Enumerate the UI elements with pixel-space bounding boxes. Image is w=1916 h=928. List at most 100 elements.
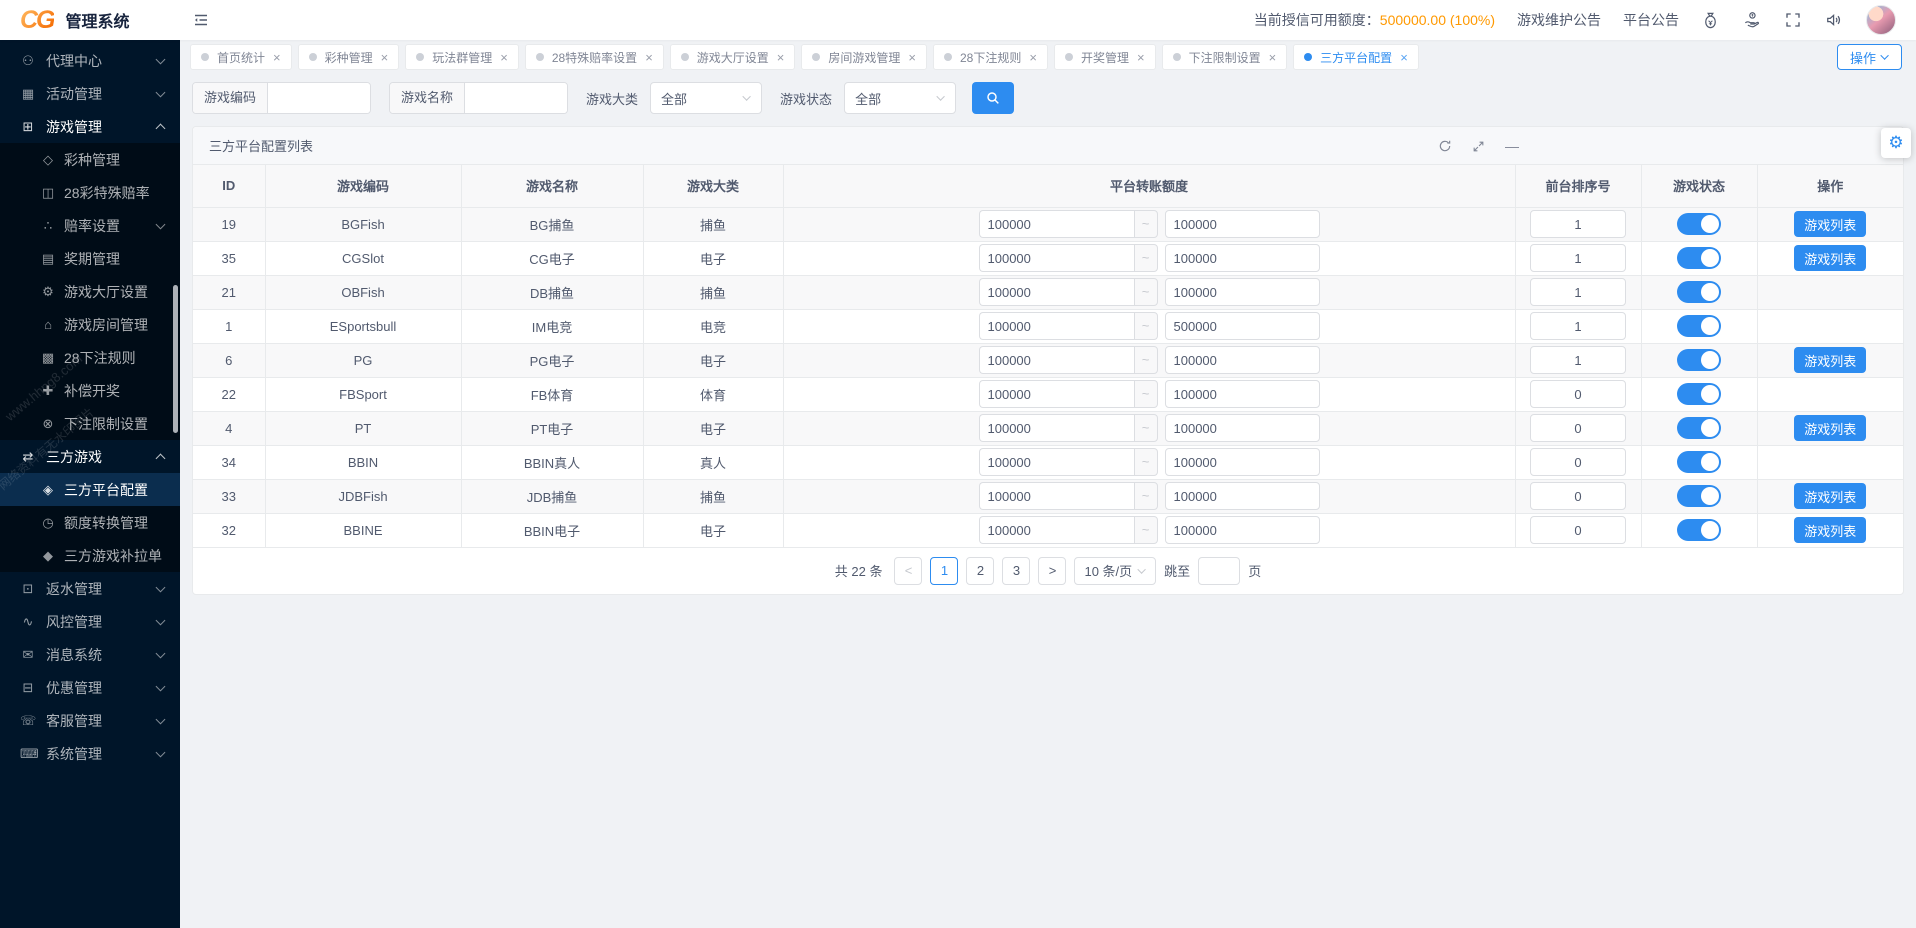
game-list-button[interactable]: 游戏列表	[1794, 415, 1867, 441]
sidebar-item-odds-settings[interactable]: ∴ 赔率设置	[0, 209, 180, 242]
quota-min-input[interactable]	[978, 516, 1134, 544]
expand-button[interactable]	[1472, 140, 1485, 153]
sidebar-item-promotion-management[interactable]: ⊟ 优惠管理	[0, 671, 180, 704]
tab-0[interactable]: 首页统计 ×	[190, 44, 292, 70]
operation-dropdown-button[interactable]: 操作	[1836, 44, 1902, 70]
quota-min-input[interactable]	[978, 380, 1134, 408]
collapse-sidebar-button[interactable]	[192, 11, 210, 29]
tab-9[interactable]: 三方平台配置 ×	[1293, 44, 1419, 70]
sort-order-input[interactable]	[1530, 482, 1626, 510]
sidebar-item-agent-center[interactable]: ⚇ 代理中心	[0, 44, 180, 77]
quota-max-input[interactable]	[1164, 312, 1320, 340]
quota-max-input[interactable]	[1164, 346, 1320, 374]
sound-button[interactable]	[1824, 10, 1844, 30]
withdraw-button[interactable]	[1742, 10, 1762, 30]
close-tab-icon[interactable]: ×	[1029, 51, 1037, 64]
close-tab-icon[interactable]: ×	[381, 51, 389, 64]
fullscreen-button[interactable]	[1784, 11, 1802, 29]
close-tab-icon[interactable]: ×	[1400, 51, 1408, 64]
quota-min-input[interactable]	[978, 244, 1134, 272]
sort-order-input[interactable]	[1530, 414, 1626, 442]
page-button-1[interactable]: 1	[930, 556, 959, 585]
quota-max-input[interactable]	[1164, 278, 1320, 306]
tab-8[interactable]: 下注限制设置 ×	[1161, 44, 1288, 70]
close-tab-icon[interactable]: ×	[777, 51, 785, 64]
sidebar-item-game-hall-settings[interactable]: ⚙ 游戏大厅设置	[0, 275, 180, 308]
quota-max-input[interactable]	[1164, 448, 1320, 476]
tab-5[interactable]: 房间游戏管理 ×	[801, 44, 927, 70]
close-tab-icon[interactable]: ×	[1137, 51, 1145, 64]
sort-order-input[interactable]	[1530, 244, 1626, 272]
sort-order-input[interactable]	[1530, 346, 1626, 374]
game-list-button[interactable]: 游戏列表	[1794, 245, 1867, 271]
quota-max-input[interactable]	[1164, 516, 1320, 544]
status-toggle[interactable]	[1677, 315, 1721, 337]
maintenance-notice-link[interactable]: 游戏维护公告	[1517, 10, 1601, 30]
game-list-button[interactable]: 游戏列表	[1794, 347, 1867, 373]
close-tab-icon[interactable]: ×	[273, 51, 281, 64]
quota-max-input[interactable]	[1164, 244, 1320, 272]
page-button-2[interactable]: 2	[966, 556, 995, 585]
close-tab-icon[interactable]: ×	[645, 51, 653, 64]
search-button[interactable]	[972, 82, 1015, 114]
sidebar-item-bet-rules[interactable]: ▩ 28下注规则	[0, 341, 180, 374]
status-toggle[interactable]	[1677, 247, 1721, 269]
sort-order-input[interactable]	[1530, 210, 1626, 238]
page-size-select[interactable]: 10 条/页	[1074, 556, 1157, 585]
quota-max-input[interactable]	[1164, 414, 1320, 442]
sort-order-input[interactable]	[1530, 448, 1626, 476]
status-toggle[interactable]	[1677, 485, 1721, 507]
money-bag-button[interactable]	[1701, 11, 1720, 30]
status-toggle[interactable]	[1677, 417, 1721, 439]
collapse-panel-button[interactable]: —	[1505, 139, 1519, 153]
tab-2[interactable]: 玩法群管理 ×	[405, 44, 519, 70]
sidebar-item-lottery-type[interactable]: ◇ 彩种管理	[0, 143, 180, 176]
game-code-input[interactable]	[268, 83, 371, 113]
jump-page-input[interactable]	[1198, 556, 1241, 585]
sidebar-item-game-management[interactable]: ⊞ 游戏管理	[0, 110, 180, 143]
sidebar-item-message-system[interactable]: ✉ 消息系统	[0, 638, 180, 671]
sidebar-item-third-party-games[interactable]: ⇄ 三方游戏	[0, 440, 180, 473]
sidebar-item-rebate-management[interactable]: ⊡ 返水管理	[0, 572, 180, 605]
status-toggle[interactable]	[1677, 281, 1721, 303]
quota-min-input[interactable]	[978, 210, 1134, 238]
sort-order-input[interactable]	[1530, 380, 1626, 408]
quota-max-input[interactable]	[1164, 482, 1320, 510]
game-name-input[interactable]	[465, 83, 568, 113]
sidebar-item-pull-order[interactable]: ◆ 三方游戏补拉单	[0, 539, 180, 572]
sidebar-scrollbar[interactable]	[173, 285, 178, 433]
tab-4[interactable]: 游戏大厅设置 ×	[669, 44, 796, 70]
sidebar-item-draw-period[interactable]: ▤ 奖期管理	[0, 242, 180, 275]
sidebar-item-system-management[interactable]: ⌨ 系统管理	[0, 737, 180, 770]
sidebar-item-activity-management[interactable]: ▦ 活动管理	[0, 77, 180, 110]
close-tab-icon[interactable]: ×	[500, 51, 508, 64]
game-list-button[interactable]: 游戏列表	[1794, 517, 1867, 543]
quota-min-input[interactable]	[978, 312, 1134, 340]
game-list-button[interactable]: 游戏列表	[1794, 211, 1867, 237]
quota-max-input[interactable]	[1164, 380, 1320, 408]
status-toggle[interactable]	[1677, 383, 1721, 405]
prev-page-button[interactable]: <	[894, 556, 923, 585]
quota-min-input[interactable]	[978, 482, 1134, 510]
tab-1[interactable]: 彩种管理 ×	[297, 44, 400, 70]
platform-notice-link[interactable]: 平台公告	[1623, 10, 1679, 30]
sidebar-item-customer-service[interactable]: ☏ 客服管理	[0, 704, 180, 737]
game-status-select[interactable]: 全部	[844, 82, 957, 114]
sidebar-item-makeup-draw[interactable]: ✚ 补偿开奖	[0, 374, 180, 407]
status-toggle[interactable]	[1677, 519, 1721, 541]
sort-order-input[interactable]	[1530, 516, 1626, 544]
status-toggle[interactable]	[1677, 213, 1721, 235]
sort-order-input[interactable]	[1530, 278, 1626, 306]
refresh-button[interactable]	[1438, 139, 1452, 153]
page-button-3[interactable]: 3	[1002, 556, 1031, 585]
sidebar-item-game-room[interactable]: ⌂ 游戏房间管理	[0, 308, 180, 341]
quota-min-input[interactable]	[978, 278, 1134, 306]
quota-max-input[interactable]	[1164, 210, 1320, 238]
sidebar-item-quota-convert[interactable]: ◷ 额度转换管理	[0, 506, 180, 539]
user-avatar[interactable]	[1866, 5, 1896, 35]
sidebar-item-special-odds[interactable]: ◫ 28彩特殊赔率	[0, 176, 180, 209]
quota-min-input[interactable]	[978, 414, 1134, 442]
sidebar-item-bet-limit[interactable]: ⊗ 下注限制设置	[0, 407, 180, 440]
column-settings-button[interactable]: ⚙	[1881, 128, 1911, 158]
status-toggle[interactable]	[1677, 349, 1721, 371]
